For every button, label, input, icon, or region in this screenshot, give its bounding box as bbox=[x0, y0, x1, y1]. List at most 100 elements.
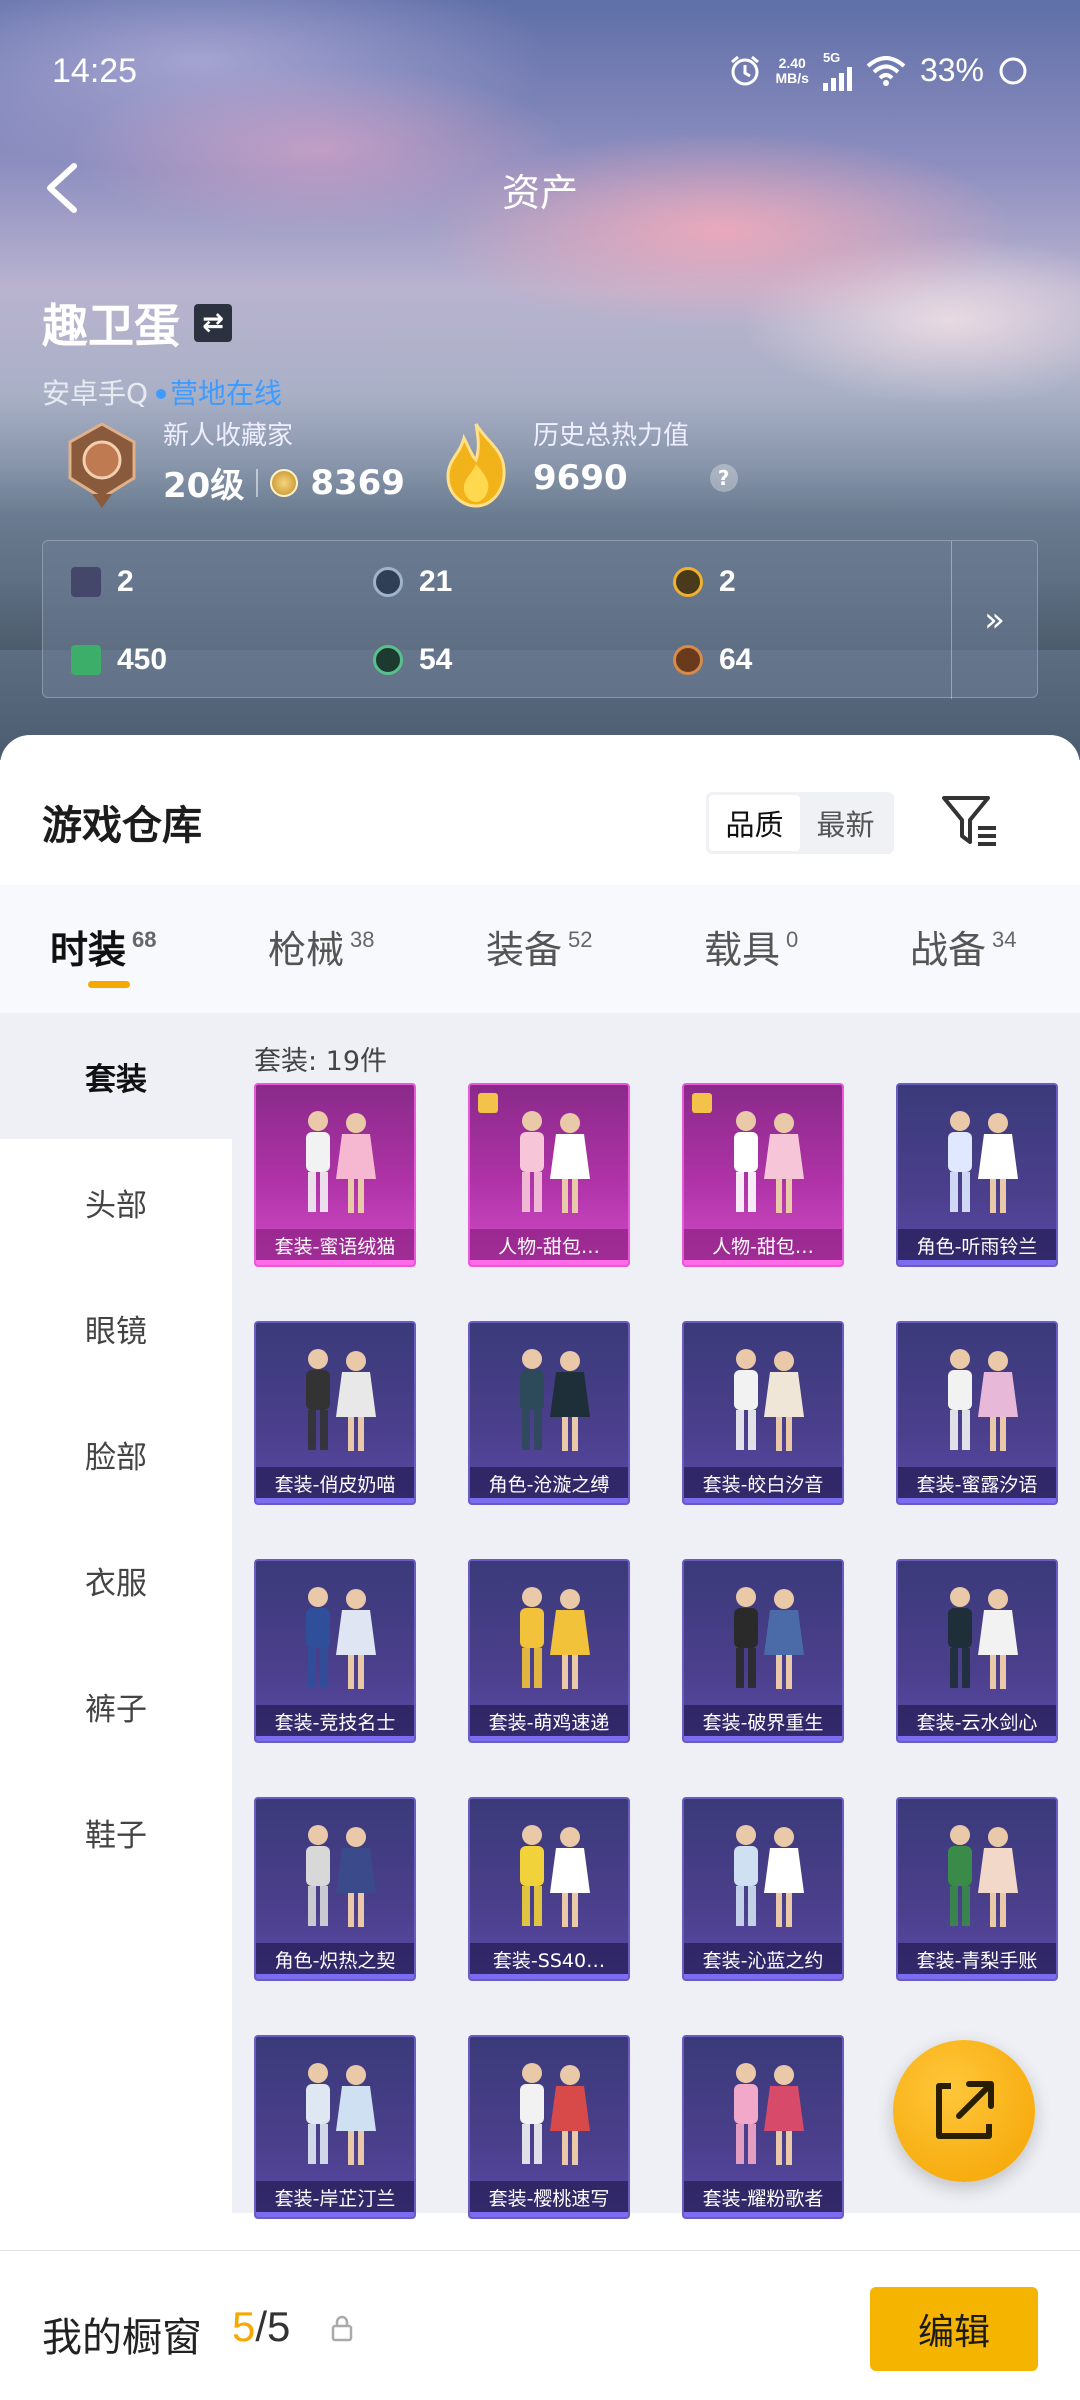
outfit-preview-image bbox=[306, 1587, 376, 1689]
outfit-card[interactable]: 套装-青梨手账 bbox=[896, 1797, 1058, 1981]
outfit-card[interactable]: 套装-沁蓝之约 bbox=[682, 1797, 844, 1981]
item-grid: 套装: 19件 套装-蜜语绒猫 人物-甜包… 人物-甜包… 角色-听雨铃兰 套装-俏皮奶… bbox=[232, 1013, 1080, 2219]
resource-panel: 2 21 2 450 54 64 » bbox=[42, 540, 1038, 699]
resource-item: 2 bbox=[71, 565, 134, 599]
sub-category-sidebar: 套装 头部 眼镜 脸部 衣服 裤子 鞋子 bbox=[0, 1013, 232, 2213]
showcase-count: 5/5 bbox=[232, 2303, 291, 2350]
tab-guns[interactable]: 枪械 38 bbox=[268, 919, 375, 974]
badge-icon bbox=[478, 1093, 498, 1113]
outfit-card[interactable]: 角色-炽热之契 bbox=[254, 1797, 416, 1981]
showcase-bar: 我的橱窗 5/5 编辑 bbox=[0, 2250, 1080, 2400]
status-bar: 14:25 2.40 MB/s 5G 33% bbox=[0, 0, 1080, 140]
collector-medal-icon bbox=[68, 422, 136, 508]
sidebar-item-set[interactable]: 套装 bbox=[0, 1013, 232, 1139]
heat-value: 9690 bbox=[533, 458, 628, 498]
tab-supplies[interactable]: 战备 34 bbox=[910, 919, 1017, 974]
outfit-card[interactable]: 套装-蜜语绒猫 bbox=[254, 1083, 416, 1267]
outfit-card[interactable]: 角色-听雨铃兰 bbox=[896, 1083, 1058, 1267]
outfit-card[interactable]: 套装-樱桃速写 bbox=[468, 2035, 630, 2219]
outfit-preview-image bbox=[734, 1825, 804, 1927]
outfit-card[interactable]: 角色-沧漩之缚 bbox=[468, 1321, 630, 1505]
resource-item: 2 bbox=[673, 565, 736, 599]
sort-quality-button[interactable]: 品质 bbox=[709, 795, 800, 851]
warehouse-body: 套装 头部 眼镜 脸部 衣服 裤子 鞋子 套装: 19件 套装-蜜语绒猫 人物-甜… bbox=[0, 1013, 1080, 2219]
item-count-label: 套装: 19件 bbox=[254, 1046, 388, 1077]
user-name: 趣卫蛋 bbox=[42, 299, 180, 353]
resource-item: 450 bbox=[71, 643, 167, 677]
green-ticket-icon bbox=[71, 645, 101, 675]
outfit-card[interactable]: 套装-耀粉歌者 bbox=[682, 2035, 844, 2219]
page-title: 资产 bbox=[501, 171, 578, 215]
silver-coin-icon bbox=[373, 567, 403, 597]
battery-percent: 33% bbox=[919, 52, 984, 88]
bronze-coin-icon bbox=[673, 645, 703, 675]
user-online-status: 营地在线 bbox=[170, 377, 283, 410]
share-icon bbox=[936, 2081, 994, 2139]
tab-vehicles[interactable]: 载具 0 bbox=[704, 919, 798, 974]
gold-coin-icon bbox=[673, 567, 703, 597]
resource-more-button[interactable]: » bbox=[951, 541, 1037, 699]
sidebar-item-pants[interactable]: 裤子 bbox=[0, 1643, 232, 1769]
share-button[interactable] bbox=[893, 2040, 1035, 2182]
network-speed: 2.40 MB/s bbox=[775, 54, 809, 86]
outfit-card[interactable]: 套装-岸芷汀兰 bbox=[254, 2035, 416, 2219]
collector-points: 8369 bbox=[310, 462, 405, 503]
showcase-label: 我的橱窗 bbox=[42, 2315, 202, 2361]
resource-item: 64 bbox=[673, 643, 752, 677]
collector-stat: 新人收藏家 20级 8369 bbox=[163, 415, 405, 507]
category-tabs: 时装 68 枪械 38 装备 52 载具 0 战备 34 bbox=[0, 885, 1080, 1013]
outfit-card[interactable]: 套装-SS40… bbox=[468, 1797, 630, 1981]
outfit-preview-image bbox=[520, 1587, 590, 1689]
help-icon[interactable]: ? bbox=[709, 464, 738, 492]
status-time: 14:25 bbox=[52, 52, 138, 90]
outfit-preview-image bbox=[734, 1111, 804, 1213]
badge-icon bbox=[692, 1093, 712, 1113]
outfit-preview-image bbox=[734, 2063, 804, 2165]
sidebar-item-head[interactable]: 头部 bbox=[0, 1139, 232, 1265]
network-type: 5G bbox=[822, 50, 841, 65]
outfit-card[interactable]: 套装-蜜露汐语 bbox=[896, 1321, 1058, 1505]
outfit-card[interactable]: 套装-萌鸡速递 bbox=[468, 1559, 630, 1743]
wifi-icon bbox=[866, 55, 906, 86]
outfit-preview-image bbox=[948, 1587, 1018, 1689]
outfit-preview-image bbox=[734, 1587, 804, 1689]
outfit-card[interactable]: 人物-甜包… bbox=[682, 1083, 844, 1267]
warehouse-title: 游戏仓库 bbox=[42, 803, 202, 849]
user-platform: 安卓手Q bbox=[42, 377, 149, 410]
outfit-card[interactable]: 套装-俏皮奶喵 bbox=[254, 1321, 416, 1505]
heat-stat: 历史总热力值 9690 ? bbox=[533, 415, 738, 498]
outfit-card[interactable]: 套装-竞技名士 bbox=[254, 1559, 416, 1743]
outfit-preview-image bbox=[520, 1111, 590, 1213]
outfit-card[interactable]: 套装-皎白汐音 bbox=[682, 1321, 844, 1505]
heat-label: 历史总热力值 bbox=[533, 421, 690, 451]
tab-equipment[interactable]: 装备 52 bbox=[486, 919, 593, 974]
outfit-card[interactable]: 人物-甜包… bbox=[468, 1083, 630, 1267]
lock-icon bbox=[331, 2315, 353, 2342]
sidebar-item-shoes[interactable]: 鞋子 bbox=[0, 1769, 232, 1895]
outfit-preview-image bbox=[306, 1111, 376, 1213]
sidebar-item-clothes[interactable]: 衣服 bbox=[0, 1517, 232, 1643]
user-profile: 趣卫蛋 ⇄ 安卓手Q 营地在线 bbox=[42, 290, 282, 412]
outfit-preview-image bbox=[306, 1825, 376, 1927]
outfit-preview-image bbox=[734, 1349, 804, 1451]
warehouse-header: 游戏仓库 品质 最新 bbox=[0, 735, 1080, 885]
collector-level: 20级 bbox=[163, 466, 245, 506]
top-nav: 资产 bbox=[0, 150, 1080, 230]
sidebar-item-glasses[interactable]: 眼镜 bbox=[0, 1265, 232, 1391]
sort-latest-button[interactable]: 最新 bbox=[800, 795, 891, 851]
outfit-preview-image bbox=[520, 2063, 590, 2165]
filter-icon[interactable] bbox=[940, 790, 1000, 850]
tab-fashion[interactable]: 时装 68 bbox=[50, 919, 157, 988]
outfit-card[interactable]: 套装-云水剑心 bbox=[896, 1559, 1058, 1743]
online-dot-icon bbox=[156, 389, 167, 399]
resource-item: 21 bbox=[373, 565, 452, 599]
card-icon bbox=[71, 567, 101, 597]
outfit-preview-image bbox=[520, 1349, 590, 1451]
battery-icon bbox=[999, 57, 1027, 84]
sidebar-item-face[interactable]: 脸部 bbox=[0, 1391, 232, 1517]
outfit-preview-image bbox=[306, 1349, 376, 1451]
outfit-card[interactable]: 套装-破界重生 bbox=[682, 1559, 844, 1743]
switch-account-icon[interactable]: ⇄ bbox=[194, 304, 232, 342]
outfit-preview-image bbox=[948, 1111, 1018, 1213]
edit-button[interactable]: 编辑 bbox=[870, 2287, 1038, 2371]
